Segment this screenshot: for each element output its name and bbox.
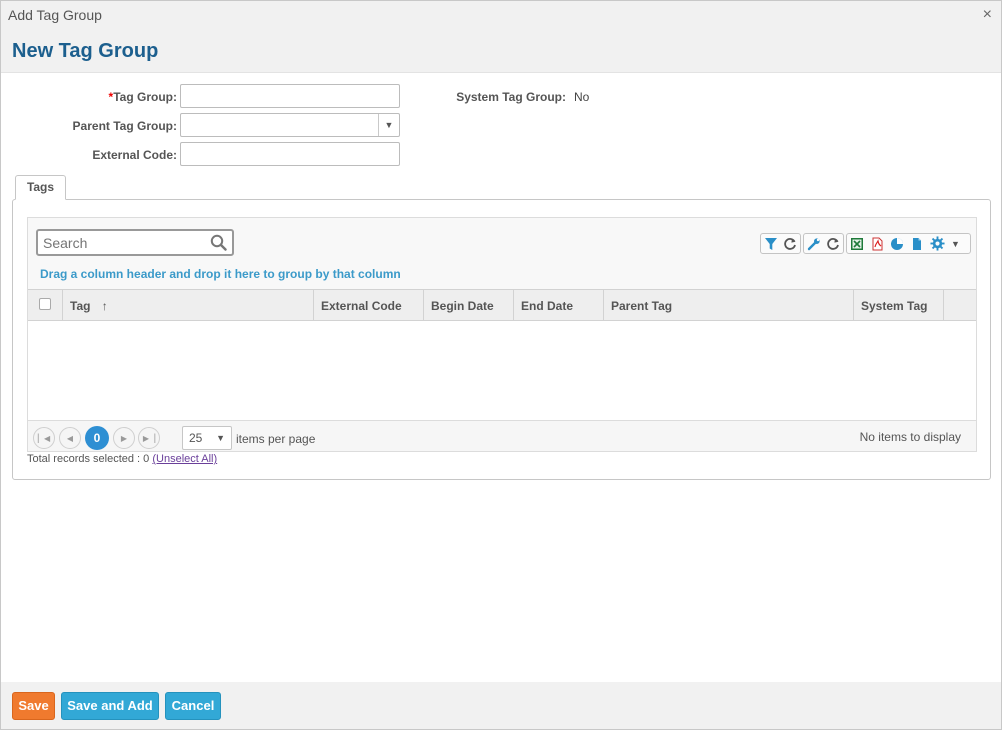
- tag-group-label-text: Tag Group:: [113, 90, 177, 104]
- search-input[interactable]: [38, 231, 208, 254]
- document-icon[interactable]: [907, 234, 927, 253]
- select-all-column: [28, 290, 63, 320]
- previous-page-button[interactable]: ◀: [59, 427, 81, 449]
- selection-summary: Total records selected : 0 (Unselect All…: [27, 453, 217, 465]
- pdf-icon[interactable]: [867, 234, 887, 253]
- column-header-tag-label: Tag: [70, 299, 91, 313]
- grid-body: [28, 322, 976, 420]
- search-box[interactable]: [36, 229, 234, 256]
- external-code-input[interactable]: [180, 142, 400, 166]
- dialog-title: Add Tag Group: [8, 7, 102, 23]
- chart-icon[interactable]: [887, 234, 907, 253]
- unselect-all-link[interactable]: (Unselect All): [152, 453, 217, 465]
- tag-group-input[interactable]: [180, 84, 400, 108]
- next-page-button[interactable]: ▶: [113, 427, 135, 449]
- column-header-end-date[interactable]: End Date: [514, 290, 604, 320]
- close-icon[interactable]: ×: [983, 6, 992, 24]
- tag-group-label: *Tag Group:: [61, 90, 177, 104]
- save-and-add-button[interactable]: Save and Add: [61, 692, 159, 720]
- system-tag-group-value: No: [574, 90, 590, 104]
- parent-tag-group-dropdown[interactable]: ▼: [180, 113, 400, 137]
- group-by-hint: Drag a column header and drop it here to…: [40, 267, 401, 281]
- first-page-button[interactable]: ▏◀: [33, 427, 55, 449]
- system-tag-group-label: System Tag Group:: [456, 90, 566, 104]
- excel-icon[interactable]: [847, 234, 867, 253]
- grid-pager: ▏◀ ◀ 0 ▶ ▶▕ 25 ▼ items per page No items…: [28, 420, 976, 451]
- grid-toolbar: Drag a column header and drop it here to…: [28, 218, 976, 290]
- column-header-parent-tag[interactable]: Parent Tag: [604, 290, 854, 320]
- select-all-checkbox[interactable]: [39, 298, 51, 310]
- chevron-down-icon[interactable]: ▼: [947, 234, 964, 253]
- cancel-button[interactable]: Cancel: [165, 692, 221, 720]
- column-header-system-tag[interactable]: System Tag: [854, 290, 944, 320]
- search-icon[interactable]: [210, 234, 227, 254]
- wrench-icon[interactable]: [804, 234, 824, 253]
- chevron-down-icon: ▼: [216, 433, 225, 443]
- items-per-page-label: items per page: [236, 432, 316, 446]
- page-header: New Tag Group: [1, 29, 1001, 73]
- dialog-titlebar: Add Tag Group ×: [1, 1, 1001, 29]
- tab-tags[interactable]: Tags: [15, 175, 66, 200]
- column-header-external-code[interactable]: External Code: [314, 290, 424, 320]
- external-code-label: External Code:: [92, 148, 177, 162]
- tags-grid: Drag a column header and drop it here to…: [27, 217, 977, 452]
- save-button[interactable]: Save: [12, 692, 55, 720]
- add-tag-group-dialog: Add Tag Group × New Tag Group *Tag Group…: [0, 0, 1002, 730]
- grid-header-row: Tag ↑ External Code Begin Date End Date …: [28, 289, 976, 321]
- page-size-select[interactable]: 25 ▼: [182, 426, 232, 450]
- sort-ascending-icon: ↑: [101, 299, 108, 313]
- filter-icon[interactable]: [761, 234, 781, 253]
- gear-icon[interactable]: [927, 234, 947, 253]
- page-title: New Tag Group: [12, 40, 159, 62]
- refresh-icon[interactable]: [781, 234, 801, 253]
- chevron-down-icon[interactable]: ▼: [378, 114, 399, 136]
- export-button-group: ▼: [846, 233, 971, 254]
- last-page-button[interactable]: ▶▕: [138, 427, 160, 449]
- current-page-indicator[interactable]: 0: [85, 426, 109, 450]
- column-header-tag[interactable]: Tag ↑: [63, 290, 314, 320]
- parent-tag-group-label: Parent Tag Group:: [72, 119, 177, 133]
- selection-count-text: Total records selected : 0: [27, 453, 150, 465]
- pager-status: No items to display: [859, 430, 961, 444]
- customize-button-group: [803, 233, 844, 254]
- column-header-begin-date[interactable]: Begin Date: [424, 290, 514, 320]
- filter-button-group: [760, 233, 801, 254]
- refresh-icon[interactable]: [824, 234, 844, 253]
- page-size-value: 25: [189, 431, 203, 445]
- dialog-footer: Save Save and Add Cancel: [1, 682, 1001, 729]
